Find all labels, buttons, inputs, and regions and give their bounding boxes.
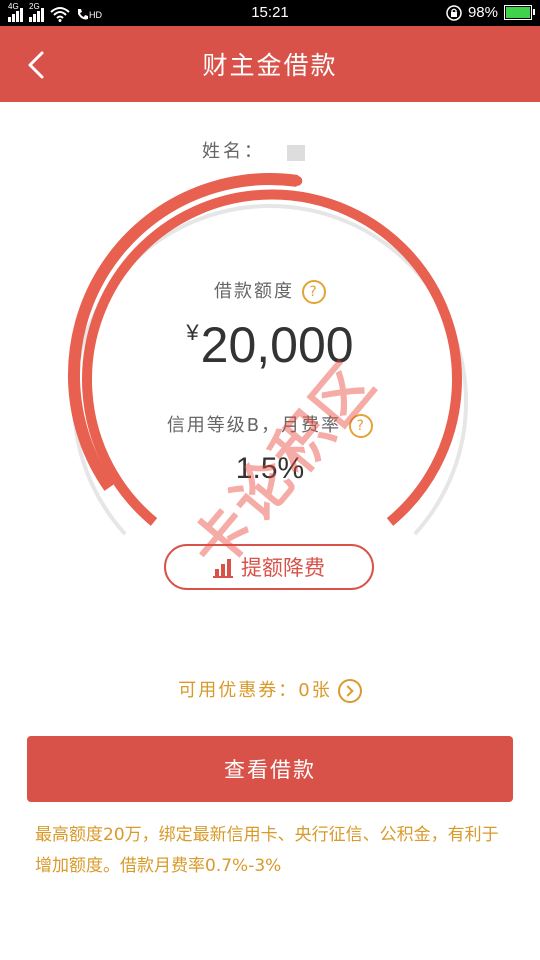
currency-symbol: ¥ (186, 320, 199, 345)
coupon-label: 可用优惠券：0张 (178, 680, 332, 701)
amount-value: 20,000 (200, 317, 354, 373)
loan-amount: ¥20,000 (0, 316, 540, 374)
limit-label: 借款额度 (214, 281, 294, 302)
view-loan-button[interactable]: 查看借款 (27, 736, 513, 802)
grade-label-row: 信用等级B，月费率? (0, 411, 540, 438)
raise-limit-label: 提额降费 (241, 556, 325, 580)
chevron-right-icon (337, 679, 362, 703)
gauge-indicator (292, 175, 303, 186)
raise-limit-button[interactable]: 提额降费 (164, 544, 374, 590)
coupon-link[interactable]: 可用优惠券：0张 (0, 676, 540, 703)
limit-label-row: 借款额度? (0, 277, 540, 304)
bar-chart-icon (213, 556, 233, 578)
rate-help-icon[interactable]: ? (349, 414, 374, 438)
credit-grade-label: 信用等级B，月费率 (166, 415, 342, 436)
info-note: 最高额度20万，绑定最新信用卡、央行征信、公积金，有利于增加额度。借款月费率0.… (35, 825, 499, 876)
limit-help-icon[interactable]: ? (302, 280, 326, 304)
monthly-rate: 1.5% (235, 452, 305, 485)
